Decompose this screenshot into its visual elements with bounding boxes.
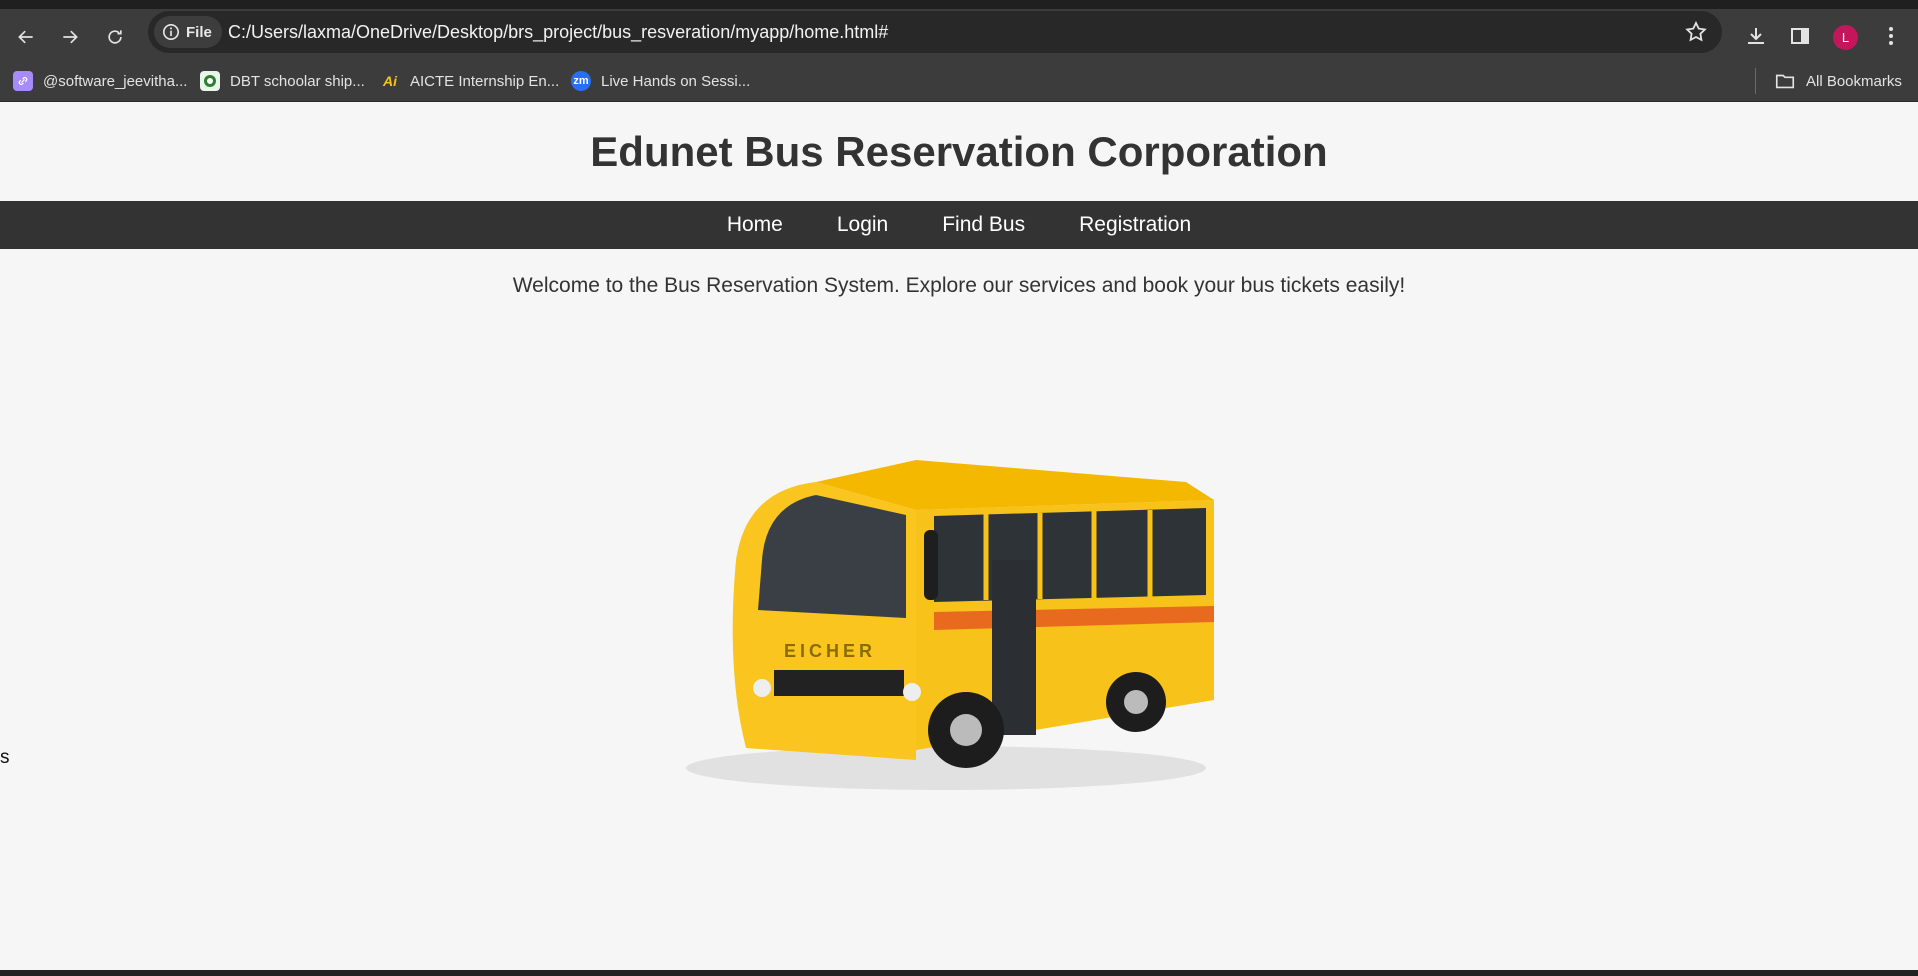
- reload-icon: [108, 30, 122, 44]
- page-title: Edunet Bus Reservation Corporation: [590, 128, 1328, 175]
- bookmark-label: @software_jeevitha...: [43, 72, 188, 90]
- bottom-edge: [0, 970, 1918, 976]
- bookmark-item[interactable]: zm Live Hands on Sessi...: [571, 60, 750, 102]
- arrow-left-icon: [18, 30, 33, 44]
- forward-button[interactable]: [52, 19, 88, 55]
- emblem-icon: [200, 71, 220, 91]
- side-panel-button[interactable]: [1787, 23, 1813, 49]
- nav-login[interactable]: Login: [837, 213, 888, 237]
- bookmark-label: AICTE Internship En...: [410, 72, 560, 90]
- arrow-right-icon: [63, 30, 78, 44]
- all-bookmarks-label: All Bookmarks: [1806, 72, 1902, 90]
- bookmark-label: DBT schoolar ship...: [230, 72, 365, 90]
- menu-button[interactable]: [1878, 23, 1904, 49]
- bus-image: EICHER: [666, 370, 1246, 820]
- nav-find-bus[interactable]: Find Bus: [942, 213, 1025, 237]
- welcome-message: Welcome to the Bus Reservation System. E…: [512, 274, 1406, 297]
- download-button[interactable]: [1743, 23, 1769, 49]
- site-chip-label: File: [186, 23, 212, 41]
- page-content: Edunet Bus Reservation Corporation Home …: [0, 102, 1918, 970]
- site-navbar: Home Login Find Bus Registration: [0, 201, 1918, 249]
- nav-home[interactable]: Home: [727, 213, 783, 237]
- bookmark-item[interactable]: Ai AICTE Internship En...: [380, 60, 559, 102]
- star-icon[interactable]: [1684, 20, 1708, 44]
- nav-registration[interactable]: Registration: [1079, 213, 1191, 237]
- site-info-chip[interactable]: File: [154, 16, 222, 48]
- bookmarks-divider: [1755, 68, 1756, 94]
- info-icon: [162, 23, 180, 41]
- bookmark-label: Live Hands on Sessi...: [601, 72, 751, 90]
- zoom-icon: zm: [571, 71, 591, 91]
- url-text[interactable]: C:/Users/laxma/OneDrive/Desktop/brs_proj…: [228, 22, 888, 43]
- side-panel-icon: [1791, 28, 1809, 44]
- profile-avatar[interactable]: L: [1833, 25, 1858, 50]
- bookmark-item[interactable]: @software_jeevitha...: [13, 60, 187, 102]
- link-icon: [13, 71, 33, 91]
- bus-brand-text: EICHER: [784, 641, 876, 661]
- reload-button[interactable]: [97, 19, 133, 55]
- back-button[interactable]: [8, 19, 44, 55]
- more-vert-icon: [1889, 27, 1893, 45]
- stray-text: s: [0, 747, 10, 768]
- folder-icon: [1775, 74, 1795, 89]
- bookmark-item[interactable]: DBT schoolar ship...: [200, 60, 365, 102]
- all-bookmarks-button[interactable]: All Bookmarks: [1774, 60, 1902, 102]
- download-icon: [1748, 28, 1764, 44]
- aicte-icon: Ai: [383, 73, 397, 89]
- browser-toolbar: File C:/Users/laxma/OneDrive/Desktop/brs…: [0, 0, 1918, 60]
- address-bar[interactable]: File C:/Users/laxma/OneDrive/Desktop/brs…: [148, 11, 1722, 53]
- bookmarks-bar: @software_jeevitha... DBT schoolar ship.…: [0, 60, 1918, 102]
